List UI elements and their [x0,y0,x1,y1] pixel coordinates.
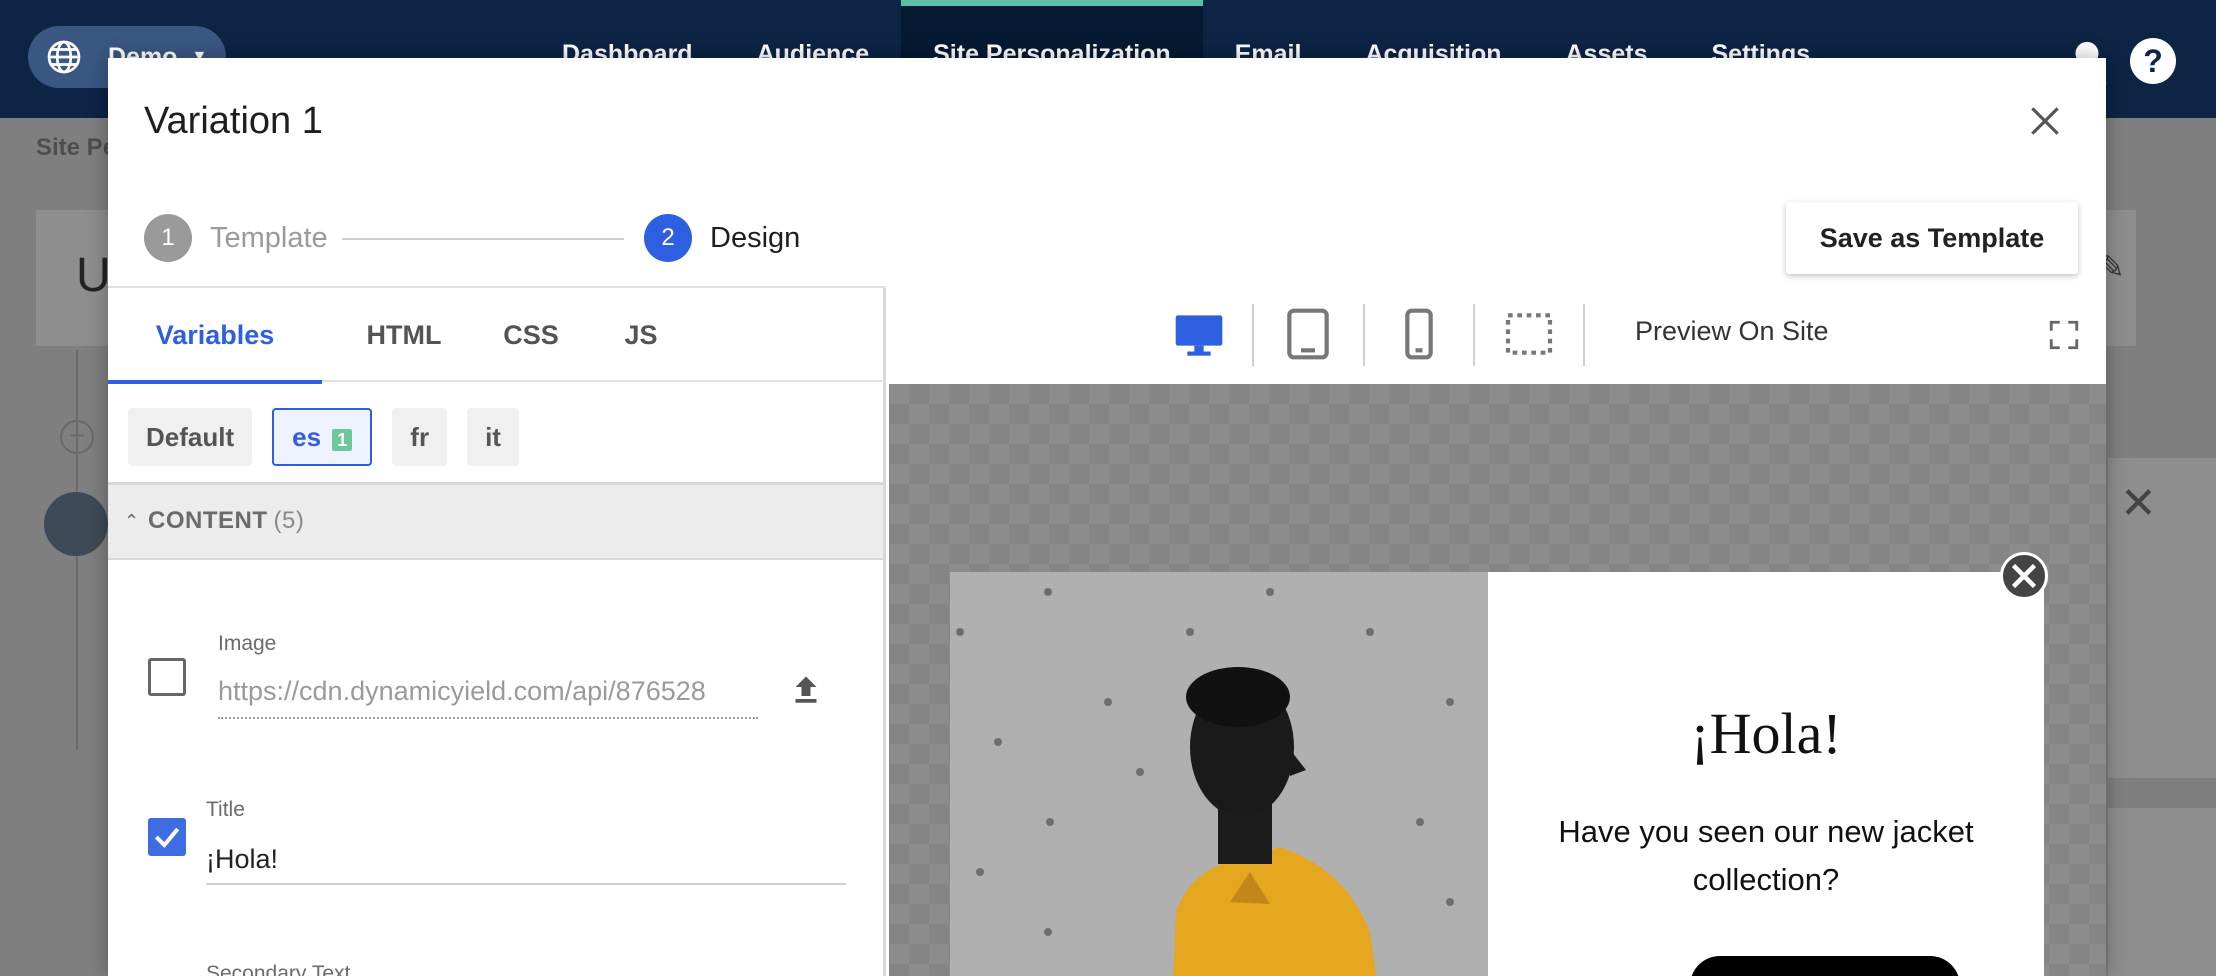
editor-tabs: Variables HTML CSS JS [108,286,886,384]
background-side-card-lower [2108,808,2216,976]
help-icon[interactable]: ? [2130,38,2176,84]
lang-es[interactable]: es 1 [272,408,373,466]
toolbar-divider [1252,304,1254,366]
collapse-icon: ⌃ [124,511,140,531]
tab-variables[interactable]: Variables [108,288,322,384]
step-label: Template [210,221,328,254]
secondary-text-label: Secondary Text [206,962,351,976]
upload-icon[interactable] [788,672,824,708]
image-checkbox[interactable] [148,658,186,696]
people-icon [44,492,108,556]
variation-modal: Variation 1 1 Template 2 Design Save as … [108,58,2106,976]
content-section-label: CONTENT (5) [148,507,305,534]
popup-image [950,572,1488,976]
popup-title: ¡Hola! [1690,701,1842,766]
checkmark-icon [154,827,180,848]
tab-html[interactable]: HTML [344,288,464,384]
modal-title: Variation 1 [144,100,323,142]
person-photo [950,572,1488,976]
step-design[interactable]: 2 Design [644,214,800,262]
preview-panel: Preview On Site ¡Hola! Have you seen our… [889,286,2106,976]
variables-panel: Variables HTML CSS JS Default es 1 fr it… [108,286,886,976]
popup-text: Have you seen our new jacket collection? [1558,814,1974,897]
step-number: 1 [144,214,192,262]
step-label: Design [710,221,801,254]
lang-fr[interactable]: fr [392,408,448,466]
title-input[interactable]: ¡Hola! [206,844,846,885]
preview-on-site-button[interactable]: Preview On Site [1635,316,1829,347]
breadcrumb: Site Pe [36,134,117,161]
lang-badge: 1 [332,429,353,451]
toolbar-divider [1583,304,1585,366]
fullscreen-icon[interactable] [2047,318,2081,352]
content-section-header[interactable]: ⌃ CONTENT (5) [108,482,883,560]
tab-css[interactable]: CSS [474,288,588,384]
title-label: Title [206,798,245,821]
popup-close-icon[interactable] [2000,552,2048,600]
stepper-connector [342,238,624,240]
close-icon: ✕ [2120,479,2157,528]
custom-size-icon[interactable] [1501,306,1557,362]
step-template[interactable]: 1 Template [144,214,328,262]
popup-cta-button[interactable] [1690,956,1960,976]
lang-default[interactable]: Default [128,408,253,466]
close-icon[interactable] [2026,102,2064,140]
globe-icon [47,40,81,74]
preview-canvas: ¡Hola! Have you seen our new jacket coll… [889,384,2106,976]
lang-it[interactable]: it [467,408,519,466]
background-card-title: U [76,249,111,302]
popup-preview: ¡Hola! Have you seen our new jacket coll… [950,572,2044,976]
plus-icon: + [60,420,94,454]
save-as-template-button[interactable]: Save as Template [1786,202,2078,274]
image-url-input[interactable]: https://cdn.dynamicyield.com/api/876528 [218,676,758,719]
lang-code: es [292,422,322,452]
toolbar-divider [1363,304,1365,366]
desktop-icon[interactable] [1171,306,1227,362]
tab-js[interactable]: JS [596,288,686,384]
language-selector: Default es 1 fr it [128,408,539,466]
image-label: Image [218,632,277,655]
preview-toolbar: Preview On Site [889,286,2106,384]
close-icon [2011,563,2037,589]
title-checkbox[interactable] [148,818,186,856]
content-count: (5) [273,507,305,534]
toolbar-divider [1473,304,1475,366]
tablet-icon[interactable] [1280,306,1336,362]
step-number: 2 [644,214,692,262]
mobile-icon[interactable] [1391,306,1447,362]
